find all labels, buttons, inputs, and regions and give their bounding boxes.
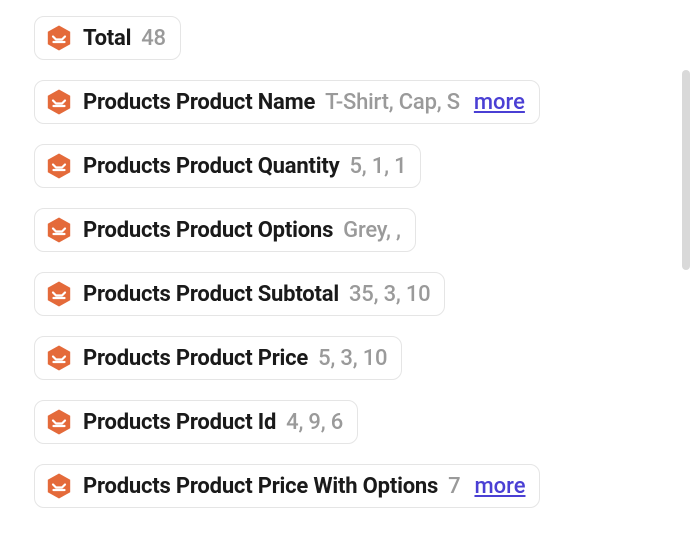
field-label: Total bbox=[83, 26, 131, 51]
field-label: Products Product Id bbox=[83, 410, 276, 435]
field-value: 4, 9, 6 bbox=[286, 410, 343, 435]
scrollbar-thumb[interactable] bbox=[682, 70, 690, 270]
field-row: Products Product Price With Options 7 mo… bbox=[34, 464, 666, 508]
hexagon-icon bbox=[45, 88, 73, 116]
field-pill-product-price-with-options[interactable]: Products Product Price With Options 7 mo… bbox=[34, 464, 540, 508]
field-row: Products Product Price 5, 3, 10 bbox=[34, 336, 666, 380]
field-value: 5, 1, 1 bbox=[350, 154, 407, 179]
field-value: 48 bbox=[141, 26, 166, 51]
field-row: Products Product Quantity 5, 1, 1 bbox=[34, 144, 666, 188]
field-row: Products Product Id 4, 9, 6 bbox=[34, 400, 666, 444]
field-pill-product-id[interactable]: Products Product Id 4, 9, 6 bbox=[34, 400, 358, 444]
field-label: Products Product Options bbox=[83, 218, 333, 243]
field-label: Products Product Subtotal bbox=[83, 282, 339, 307]
more-link[interactable]: more bbox=[474, 474, 525, 499]
hexagon-icon bbox=[45, 24, 73, 52]
field-label: Products Product Name bbox=[83, 90, 315, 115]
field-pill-product-name[interactable]: Products Product Name T-Shirt, Cap, S mo… bbox=[34, 80, 540, 124]
field-label: Products Product Price With Options bbox=[83, 474, 438, 499]
field-pill-product-options[interactable]: Products Product Options Grey, , bbox=[34, 208, 416, 252]
field-value: 7 bbox=[448, 474, 460, 499]
field-row: Products Product Name T-Shirt, Cap, S mo… bbox=[34, 80, 666, 124]
more-link[interactable]: more bbox=[474, 90, 525, 115]
field-label: Products Product Price bbox=[83, 346, 308, 371]
field-row: Total 48 bbox=[34, 16, 666, 60]
field-row: Products Product Options Grey, , bbox=[34, 208, 666, 252]
hexagon-icon bbox=[45, 408, 73, 436]
field-row: Products Product Subtotal 35, 3, 10 bbox=[34, 272, 666, 316]
field-list: Total 48 Products Product Name T-Shirt, … bbox=[0, 0, 700, 524]
field-pill-total[interactable]: Total 48 bbox=[34, 16, 181, 60]
hexagon-icon bbox=[45, 216, 73, 244]
field-value: T-Shirt, Cap, S bbox=[325, 90, 460, 115]
field-label: Products Product Quantity bbox=[83, 154, 340, 179]
field-pill-product-price[interactable]: Products Product Price 5, 3, 10 bbox=[34, 336, 402, 380]
hexagon-icon bbox=[45, 344, 73, 372]
field-pill-product-subtotal[interactable]: Products Product Subtotal 35, 3, 10 bbox=[34, 272, 445, 316]
field-value: 5, 3, 10 bbox=[318, 346, 387, 371]
field-pill-product-quantity[interactable]: Products Product Quantity 5, 1, 1 bbox=[34, 144, 421, 188]
hexagon-icon bbox=[45, 152, 73, 180]
hexagon-icon bbox=[45, 280, 73, 308]
field-value: 35, 3, 10 bbox=[349, 282, 431, 307]
hexagon-icon bbox=[45, 472, 73, 500]
field-value: Grey, , bbox=[343, 218, 401, 243]
